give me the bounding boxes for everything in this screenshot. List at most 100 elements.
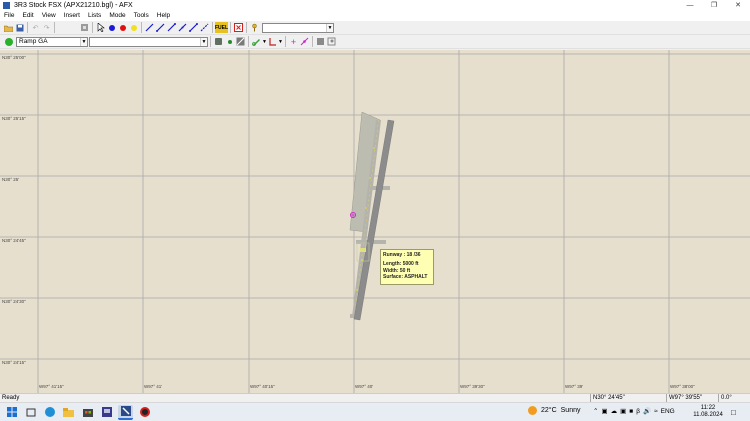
green-status-icon[interactable] [3, 36, 14, 47]
close-button[interactable]: ✕ [726, 0, 750, 11]
longitude-label: W97° 41'15" [39, 384, 64, 389]
fsx-app-icon[interactable] [99, 405, 114, 420]
window-controls: — ❐ ✕ [678, 0, 750, 11]
clock-date: 11.08.2024 [693, 412, 723, 418]
volume-icon[interactable]: 🔊 [643, 407, 651, 415]
secondary-toolbar: Ramp GA ▼ ▼ ▼ ▼ + [0, 35, 750, 49]
latitude-label: N30° 24'15" [2, 360, 26, 365]
select-pointer-icon[interactable] [95, 22, 106, 33]
longitude-label: W97° 41' [144, 384, 163, 389]
map-grid-layer [0, 50, 750, 393]
object-type-dropdown[interactable]: ▼ [262, 22, 334, 33]
latitude-label: N30° 24'30" [2, 299, 26, 304]
language-indicator[interactable]: ENG [661, 408, 675, 415]
taxi-path-icon[interactable] [144, 22, 155, 33]
undo-icon[interactable]: ↶ [30, 22, 41, 33]
redo-icon[interactable]: ↷ [41, 22, 52, 33]
runway-edge-light [369, 177, 371, 179]
menu-help[interactable]: Help [153, 11, 174, 21]
menu-bar: File Edit View Insert Lists Mode Tools H… [0, 11, 750, 21]
yellow-point-icon[interactable] [128, 22, 139, 33]
settings-gear-icon[interactable] [326, 36, 337, 47]
task-view-icon[interactable] [23, 405, 38, 420]
longitude-label: W97° 38'00" [670, 384, 695, 389]
longitude-label: W97° 40'15" [250, 384, 275, 389]
notification-icon[interactable]: □ [731, 408, 736, 417]
app-tray-icon[interactable]: ■ [629, 408, 633, 415]
latitude-label: N30° 25'15" [2, 116, 26, 121]
menu-tools[interactable]: Tools [130, 11, 153, 21]
status-bar: Ready N30° 24'45" W97° 39'55" 0.0° [0, 393, 750, 403]
toolbar-separator [248, 36, 249, 47]
small-green-dot-icon[interactable] [224, 36, 235, 47]
vehicle-path-icon[interactable] [199, 22, 210, 33]
toolbar-separator [92, 22, 93, 33]
taxiway-sign-box [360, 248, 366, 252]
latitude-label: N30° 24'45" [2, 238, 26, 243]
edge-browser-icon[interactable] [42, 405, 57, 420]
apron-icon[interactable] [213, 36, 224, 47]
network-icon[interactable]: ▣ [601, 407, 607, 415]
toolbar-separator [285, 36, 286, 47]
menu-lists[interactable]: Lists [84, 11, 105, 21]
security-icon[interactable]: ▣ [620, 407, 626, 415]
runway-edge-light [365, 207, 367, 209]
cloud-icon[interactable]: ☁ [611, 407, 618, 415]
menu-mode[interactable]: Mode [105, 11, 129, 21]
maximize-button[interactable]: ❐ [702, 0, 726, 11]
toolbar-separator [54, 22, 55, 33]
latitude-label: N30° 25' [2, 177, 20, 182]
taxiway-sign-icon[interactable] [251, 36, 262, 47]
closed-path-icon[interactable] [188, 22, 199, 33]
menu-insert[interactable]: Insert [60, 11, 84, 21]
menu-file[interactable]: File [0, 11, 18, 21]
toolbar-separator [212, 22, 213, 33]
chevron-up-icon[interactable]: ⌃ [593, 407, 598, 415]
menu-view[interactable]: View [38, 11, 60, 21]
bluetooth-icon[interactable]: β [636, 408, 640, 415]
menu-edit[interactable]: Edit [18, 11, 37, 21]
tooltip-surface: Surface: ASPHALT [383, 274, 428, 281]
start-icon[interactable] [4, 405, 19, 420]
parking-type-value: Ramp GA [19, 37, 48, 45]
weather-temp: 22°C [541, 407, 557, 414]
toolbar-separator [246, 22, 247, 33]
file-explorer-icon[interactable] [61, 405, 76, 420]
sun-icon [528, 406, 537, 415]
grid-square-icon[interactable] [315, 36, 326, 47]
store-icon[interactable] [80, 405, 95, 420]
blue-point-icon[interactable] [106, 22, 117, 33]
path-icon[interactable] [177, 22, 188, 33]
parking-type-dropdown[interactable]: Ramp GA ▼ [16, 36, 88, 47]
key-icon[interactable] [249, 22, 260, 33]
weather-widget[interactable]: 22°C Sunny [528, 406, 581, 415]
latitude-label: N30° 25'00" [2, 55, 26, 60]
chevron-down-icon: ▼ [80, 37, 87, 46]
clock[interactable]: 11:22 11.08.2024 [693, 405, 723, 419]
open-folder-icon[interactable] [3, 22, 14, 33]
split-line-icon[interactable] [299, 36, 310, 47]
add-node-icon[interactable]: + [288, 36, 299, 47]
clock-time: 11:22 [700, 405, 716, 411]
parking-path-icon[interactable] [166, 22, 177, 33]
secondary-dropdown[interactable]: ▼ [89, 36, 208, 47]
delete-icon[interactable] [233, 22, 244, 33]
save-icon[interactable] [14, 22, 25, 33]
edge-icon[interactable] [235, 36, 246, 47]
map-canvas[interactable]: N30° 25'00" N30° 25'15" N30° 25' N30° 24… [0, 50, 750, 393]
record-app-icon[interactable] [137, 405, 152, 420]
toolbar-separator [141, 22, 142, 33]
red-point-icon[interactable] [117, 22, 128, 33]
title-bar: 3R3 Stock FSX (APX21210.bgl) - AFX — ❐ ✕ [0, 0, 750, 11]
chevron-down-icon[interactable]: ▼ [278, 36, 283, 47]
runway-path-icon[interactable] [155, 22, 166, 33]
fuel-icon[interactable]: FUEL [215, 22, 228, 33]
tool-wrench-icon[interactable] [79, 22, 90, 33]
app-icon [3, 2, 10, 9]
afx-app-icon[interactable] [118, 404, 133, 420]
windows-taskbar: 22°C Sunny ⌃ ▣ ☁ ▣ ■ β 🔊 ≈ ENG 11:22 11.… [0, 402, 750, 421]
light-icon[interactable] [267, 36, 278, 47]
main-toolbar: ↶ ↷ FUEL ▼ [0, 21, 750, 35]
wifi-icon[interactable]: ≈ [654, 408, 658, 415]
minimize-button[interactable]: — [678, 0, 702, 11]
